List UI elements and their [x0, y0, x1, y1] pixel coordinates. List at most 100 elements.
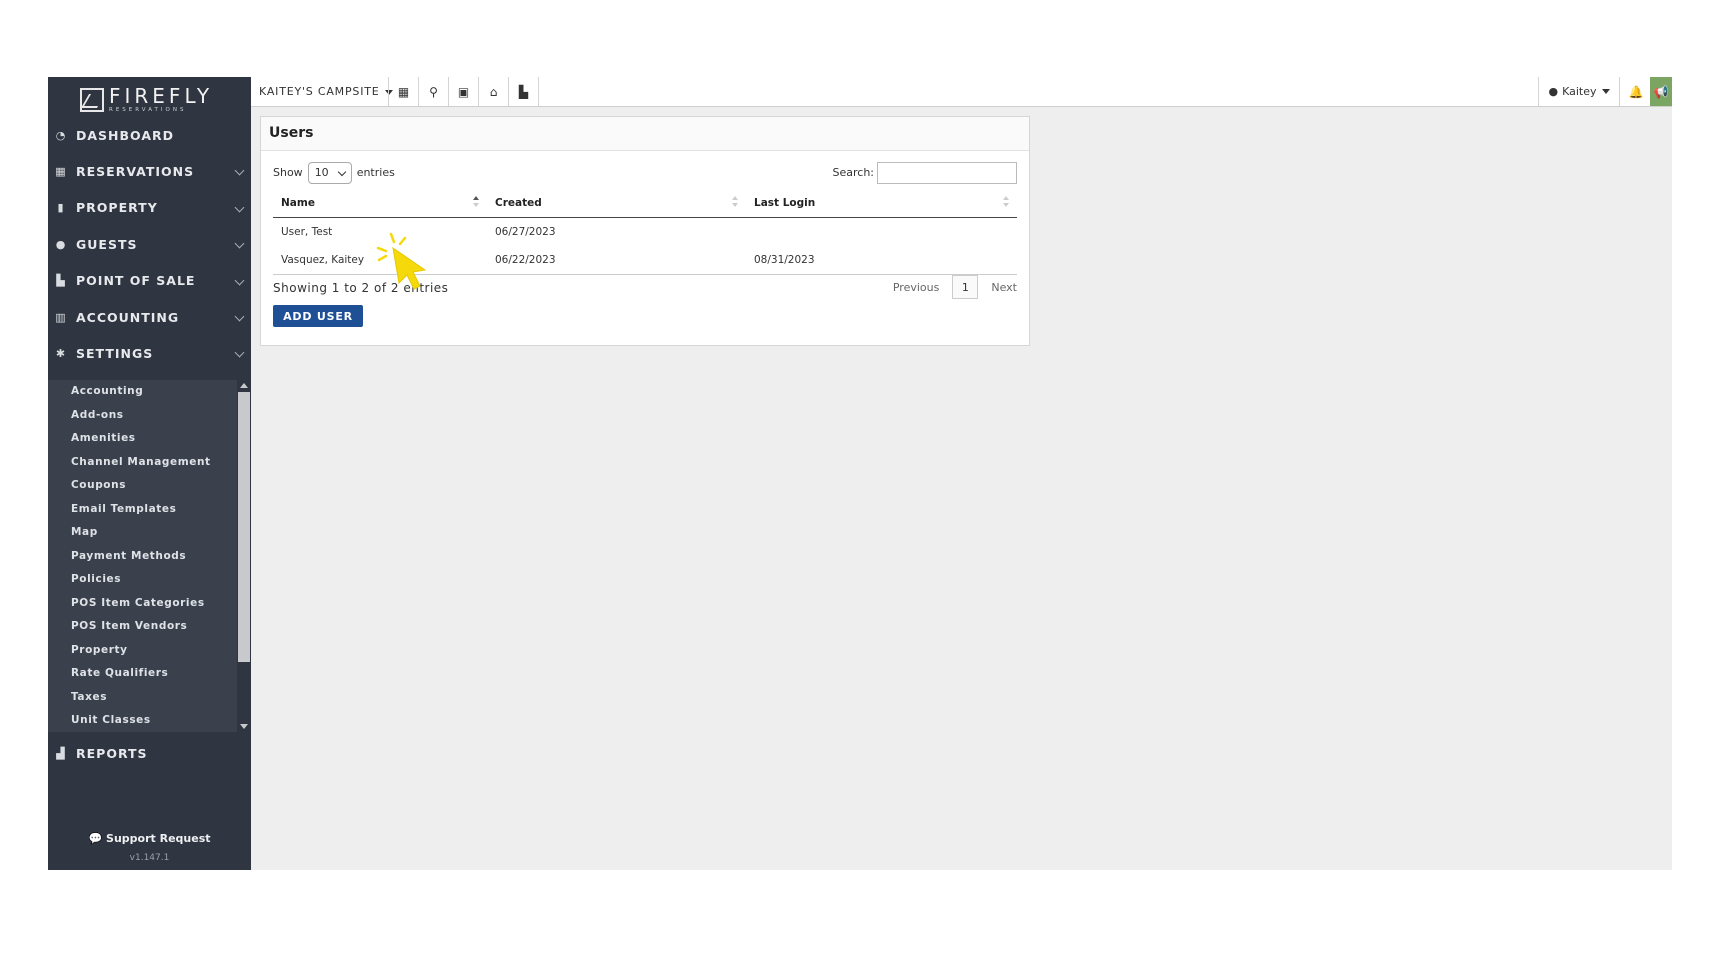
cell-last-login: 08/31/2023	[746, 246, 1017, 275]
submenu-item-payment-methods[interactable]: Payment Methods	[48, 545, 237, 569]
logo-mark-icon	[80, 88, 104, 112]
scrollbar-thumb[interactable]	[238, 392, 250, 662]
firefly-logo[interactable]: FIREFLY RESERVATIONS	[80, 82, 220, 118]
submenu-item-add-ons[interactable]: Add-ons	[48, 404, 237, 428]
submenu-scrollbar[interactable]	[237, 380, 251, 732]
table-row[interactable]: Vasquez, Kaitey 06/22/2023 08/31/2023	[273, 246, 1017, 275]
submenu-item-accounting[interactable]: Accounting	[48, 380, 237, 404]
toolbar-icons: ▦ ⚲ ▣ ⌂ ▙	[388, 77, 539, 106]
submenu-item-property[interactable]: Property	[48, 639, 237, 663]
app-version: v1.147.1	[129, 853, 170, 863]
sidebar-item-label: RESERVATIONS	[76, 164, 195, 180]
sidebar-item-accounting[interactable]: ▥ ACCOUNTING	[48, 299, 251, 335]
sidebar-item-label: POINT OF SALE	[76, 273, 196, 289]
table-search: Search:	[832, 162, 1017, 184]
sidebar-item-label: GUESTS	[76, 236, 138, 252]
site-switcher[interactable]: KAITEY'S CAMPSITE	[259, 77, 393, 106]
cell-last-login	[746, 218, 1017, 247]
cell-created: 06/22/2023	[487, 246, 746, 275]
submenu-item-channel-management[interactable]: Channel Management	[48, 451, 237, 475]
chat-bubble-icon: 💬	[88, 832, 103, 845]
top-bar: KAITEY'S CAMPSITE ▦ ⚲ ▣ ⌂ ▙ ● Kaitey 🔔 📢	[251, 77, 1672, 107]
chevron-down-icon	[234, 275, 245, 286]
search-input[interactable]	[877, 162, 1017, 184]
scroll-up-icon[interactable]	[240, 383, 248, 388]
support-request-link[interactable]: 💬 Support Request	[48, 832, 251, 845]
sort-asc-icon	[473, 196, 479, 208]
chevron-down-icon	[234, 347, 245, 358]
sidebar-item-guests[interactable]: ● GUESTS	[48, 226, 251, 262]
submenu-item-taxes[interactable]: Taxes	[48, 686, 237, 710]
settings-submenu: Accounting Add-ons Amenities Channel Man…	[48, 380, 237, 732]
cash-register-icon[interactable]: ▙	[508, 77, 539, 106]
chevron-down-icon	[337, 167, 346, 177]
sidebar-item-reservations[interactable]: ▦ RESERVATIONS	[48, 153, 251, 189]
entries-select[interactable]: 10	[307, 162, 352, 184]
user-menu[interactable]: ● Kaitey	[1538, 77, 1620, 106]
entries-length: Show 10 entries	[273, 162, 395, 184]
user-icon: ●	[55, 237, 67, 251]
sidebar-item-settings[interactable]: ✱ SETTINGS	[48, 335, 251, 371]
grid-icon[interactable]: ▦	[388, 77, 418, 106]
add-user-button[interactable]: ADD USER	[273, 305, 363, 327]
cell-name[interactable]: User, Test	[273, 218, 487, 247]
pagination-next[interactable]: Next	[991, 281, 1017, 294]
submenu-item-rate-qualifiers[interactable]: Rate Qualifiers	[48, 662, 237, 686]
submenu-item-email-templates[interactable]: Email Templates	[48, 498, 237, 522]
pagination-previous[interactable]: Previous	[893, 281, 940, 294]
sidebar: FIREFLY RESERVATIONS ◔ DASHBOARD ▦ RESER…	[48, 77, 251, 870]
scroll-down-icon[interactable]	[240, 724, 248, 729]
bell-icon[interactable]: 🔔	[1622, 77, 1650, 106]
sort-icon	[1003, 196, 1009, 208]
pagination-page[interactable]: 1	[952, 275, 979, 299]
bar-chart-icon: ▟	[56, 746, 66, 760]
sidebar-item-label: SETTINGS	[76, 346, 154, 362]
users-table: Name Created Last Login User, Test 06/27…	[273, 189, 1017, 275]
table-info: Showing 1 to 2 of 2 entries	[273, 281, 449, 295]
caret-down-icon	[1601, 89, 1610, 94]
sidebar-item-label: DASHBOARD	[76, 127, 175, 143]
sidebar-item-dashboard[interactable]: ◔ DASHBOARD	[48, 117, 251, 153]
column-header-created[interactable]: Created	[487, 189, 746, 218]
chevron-down-icon	[234, 311, 245, 322]
submenu-item-coupons[interactable]: Coupons	[48, 474, 237, 498]
table-controls: Show 10 entries Search:	[273, 162, 1017, 186]
column-header-name[interactable]: Name	[273, 189, 487, 218]
gear-icon: ✱	[55, 347, 67, 361]
bank-icon: ▥	[55, 310, 67, 324]
cash-register-icon: ▙	[56, 274, 66, 288]
building-icon: ▮	[57, 201, 65, 215]
panel-title: Users	[261, 117, 1029, 151]
submenu-item-pos-item-categories[interactable]: POS Item Categories	[48, 592, 237, 616]
submenu-item-map[interactable]: Map	[48, 521, 237, 545]
chevron-down-icon	[234, 202, 245, 213]
gauge-icon: ◔	[55, 128, 67, 142]
sidebar-nav: ◔ DASHBOARD ▦ RESERVATIONS ▮ PROPERTY ● …	[48, 117, 251, 372]
sidebar-item-point-of-sale[interactable]: ▙ POINT OF SALE	[48, 263, 251, 299]
sidebar-item-reports[interactable]: ▟ REPORTS	[48, 735, 251, 771]
submenu-item-unit-classes[interactable]: Unit Classes	[48, 709, 237, 733]
app-window: FIREFLY RESERVATIONS ◔ DASHBOARD ▦ RESER…	[48, 77, 1672, 870]
site-name: KAITEY'S CAMPSITE	[259, 85, 380, 98]
sidebar-reports-wrap: ▟ REPORTS	[48, 735, 251, 771]
table-row[interactable]: User, Test 06/27/2023	[273, 218, 1017, 247]
cell-name[interactable]: Vasquez, Kaitey	[273, 246, 487, 275]
calendar-icon[interactable]: ▣	[448, 77, 478, 106]
user-name: Kaitey	[1562, 85, 1597, 98]
search-icon[interactable]: ⚲	[418, 77, 448, 106]
sidebar-item-property[interactable]: ▮ PROPERTY	[48, 190, 251, 226]
user-icon: ●	[1548, 85, 1559, 98]
home-icon[interactable]: ⌂	[478, 77, 508, 106]
sort-icon	[732, 196, 738, 208]
megaphone-icon[interactable]: 📢	[1650, 77, 1672, 106]
search-label: Search:	[832, 166, 875, 179]
entries-label: entries	[356, 166, 395, 179]
logo-sub: RESERVATIONS	[109, 107, 187, 113]
sidebar-item-label: ACCOUNTING	[76, 309, 180, 325]
cell-created: 06/27/2023	[495, 226, 556, 238]
column-header-last-login[interactable]: Last Login	[746, 189, 1017, 218]
submenu-item-pos-item-vendors[interactable]: POS Item Vendors	[48, 615, 237, 639]
submenu-item-policies[interactable]: Policies	[48, 568, 237, 592]
submenu-item-amenities[interactable]: Amenities	[48, 427, 237, 451]
logo-brand: FIREFLY	[109, 84, 214, 108]
